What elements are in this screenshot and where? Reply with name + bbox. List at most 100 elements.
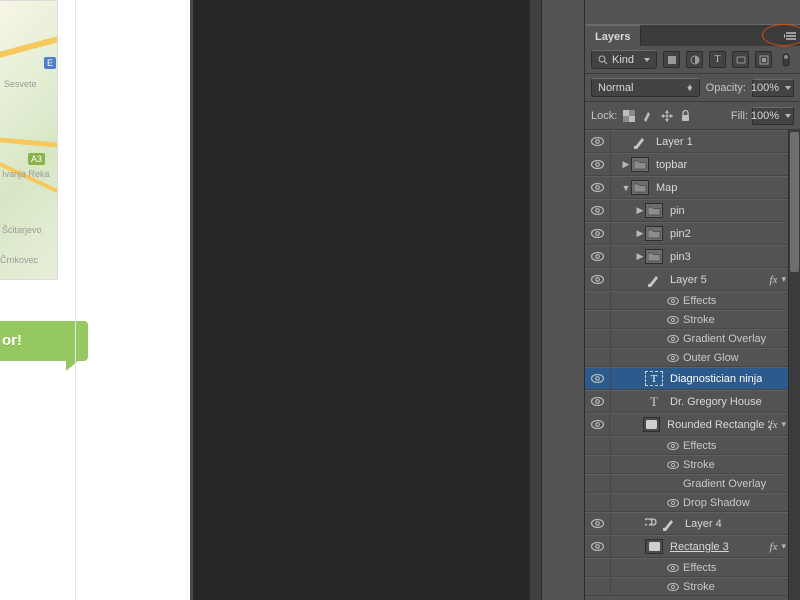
filter-adjustment-icon[interactable] (686, 51, 703, 68)
visibility-toggle[interactable] (585, 578, 611, 595)
visibility-toggle[interactable] (585, 475, 611, 492)
filter-toggle-switch[interactable] (778, 51, 794, 68)
layer-row[interactable]: ▶ pin3 (585, 245, 788, 268)
effect-visibility-icon[interactable] (663, 499, 683, 507)
layer-name[interactable]: Rectangle 3 (670, 541, 729, 553)
opacity-field[interactable]: 100% (752, 79, 794, 97)
panel-menu-icon[interactable] (782, 25, 800, 46)
layer-name[interactable]: pin (670, 205, 685, 217)
blend-mode-dropdown[interactable]: Normal ♦ (591, 78, 700, 97)
layer-name[interactable]: Layer 1 (656, 136, 693, 148)
effect-row[interactable]: Outer Glow (585, 348, 788, 367)
disclosure-triangle[interactable]: ▶ (635, 228, 645, 239)
layer-row[interactable]: TDr. Gregory House (585, 390, 788, 413)
layer-row[interactable]: TDiagnostician ninja (585, 367, 788, 390)
visibility-toggle[interactable] (585, 154, 611, 175)
effect-row[interactable]: Drop Shadow (585, 493, 788, 512)
effect-row[interactable]: Gradient Overlay (585, 329, 788, 348)
layer-row[interactable]: Rectangle 3 fx▾ (585, 535, 788, 558)
effect-visibility-icon[interactable] (663, 316, 683, 324)
layer-name[interactable]: pin2 (670, 228, 691, 240)
effect-row[interactable]: Effects (585, 558, 788, 577)
fx-badge[interactable]: fx (770, 419, 778, 431)
map-label: Sesvete (4, 79, 37, 89)
visibility-toggle[interactable] (585, 559, 611, 576)
effect-row[interactable]: Stroke (585, 310, 788, 329)
effect-row[interactable]: Effects (585, 291, 788, 310)
visibility-toggle[interactable] (585, 349, 611, 366)
visibility-toggle[interactable] (585, 246, 611, 267)
effect-visibility-icon[interactable] (663, 564, 683, 572)
disclosure-triangle[interactable]: ▶ (621, 159, 631, 170)
layer-name[interactable]: Layer 4 (685, 518, 722, 530)
effect-visibility-icon[interactable] (663, 442, 683, 450)
layer-row[interactable]: ▶ topbar (585, 153, 788, 176)
filter-shape-icon[interactable] (732, 51, 749, 68)
visibility-toggle[interactable] (585, 368, 611, 389)
layer-name[interactable]: Rounded Rectangle 2 (667, 419, 769, 431)
visibility-toggle[interactable] (585, 269, 611, 290)
lock-position-icon[interactable] (659, 107, 674, 124)
tab-layers[interactable]: Layers (585, 25, 641, 46)
visibility-toggle[interactable] (585, 437, 611, 454)
layer-row[interactable]: Rounded Rectangle 2fx▾ (585, 413, 788, 436)
layer-row[interactable]: ▶ pin2 (585, 222, 788, 245)
layer-row[interactable]: Layer 4 (585, 512, 788, 535)
layer-name[interactable]: pin3 (670, 251, 691, 263)
disclosure-triangle[interactable]: ▶ (635, 205, 645, 216)
effect-visibility-icon[interactable] (663, 297, 683, 305)
lock-all-icon[interactable] (678, 107, 693, 124)
blend-bar: Normal ♦ Opacity: 100% (585, 74, 800, 102)
effect-row[interactable]: Stroke (585, 455, 788, 474)
filter-type-icon[interactable]: T (709, 51, 726, 68)
effect-row[interactable]: Gradient Overlay (585, 474, 788, 493)
chevron-down-icon[interactable]: ▾ (781, 541, 786, 552)
layer-row[interactable]: ▼ Map (585, 176, 788, 199)
chevron-down-icon[interactable]: ▾ (781, 419, 786, 430)
visibility-toggle[interactable] (585, 513, 611, 534)
lock-pixels-icon[interactable] (640, 107, 655, 124)
visibility-toggle[interactable] (585, 200, 611, 221)
layer-row[interactable]: Layer 5 fx▾ (585, 268, 788, 291)
visibility-toggle[interactable] (585, 223, 611, 244)
visibility-toggle[interactable] (585, 494, 611, 511)
visibility-toggle[interactable] (585, 131, 611, 152)
effect-row[interactable]: Effects (585, 436, 788, 455)
layer-name[interactable]: Map (656, 182, 677, 194)
fill-field[interactable]: 100% (752, 107, 794, 125)
effect-visibility-icon[interactable] (663, 583, 683, 591)
filter-kind-dropdown[interactable]: Kind (591, 50, 657, 69)
layer-row[interactable]: Layer 1 (585, 130, 788, 153)
visibility-toggle[interactable] (585, 391, 611, 412)
effect-visibility-icon[interactable] (663, 354, 683, 362)
visibility-toggle[interactable] (585, 330, 611, 347)
canvas[interactable] (193, 0, 529, 600)
disclosure-triangle[interactable]: ▶ (635, 251, 645, 262)
chevron-down-icon[interactable]: ▾ (781, 274, 786, 285)
filter-smart-icon[interactable] (755, 51, 772, 68)
visibility-toggle[interactable] (585, 536, 611, 557)
visibility-toggle[interactable] (585, 414, 610, 435)
layer-name[interactable]: Dr. Gregory House (670, 396, 762, 408)
layers-list[interactable]: Layer 1 ▶ topbar ▼ Map ▶ pin ▶ pin2 ▶ pin3 Layer 5 f… (585, 130, 788, 600)
layer-name[interactable]: topbar (656, 159, 687, 171)
disclosure-triangle[interactable]: ▼ (621, 183, 631, 193)
layer-name[interactable]: Layer 5 (670, 274, 707, 286)
lock-transparency-icon[interactable] (621, 107, 636, 124)
visibility-toggle[interactable] (585, 456, 611, 473)
filter-pixel-icon[interactable] (663, 51, 680, 68)
link-icon (645, 517, 657, 530)
visibility-toggle[interactable] (585, 311, 611, 328)
visibility-toggle[interactable] (585, 177, 611, 198)
effect-visibility-icon[interactable] (663, 335, 683, 343)
fx-badge[interactable]: fx (770, 274, 778, 286)
fx-badge[interactable]: fx (770, 541, 778, 553)
layer-name[interactable]: Diagnostician ninja (670, 373, 762, 385)
effect-visibility-icon[interactable] (663, 461, 683, 469)
panel-gutter[interactable] (529, 0, 542, 600)
layer-row[interactable]: ▶ pin (585, 199, 788, 222)
scrollbar-thumb[interactable] (790, 132, 799, 272)
panel-scrollbar[interactable] (788, 130, 800, 600)
effect-row[interactable]: Stroke (585, 577, 788, 596)
visibility-toggle[interactable] (585, 292, 611, 309)
